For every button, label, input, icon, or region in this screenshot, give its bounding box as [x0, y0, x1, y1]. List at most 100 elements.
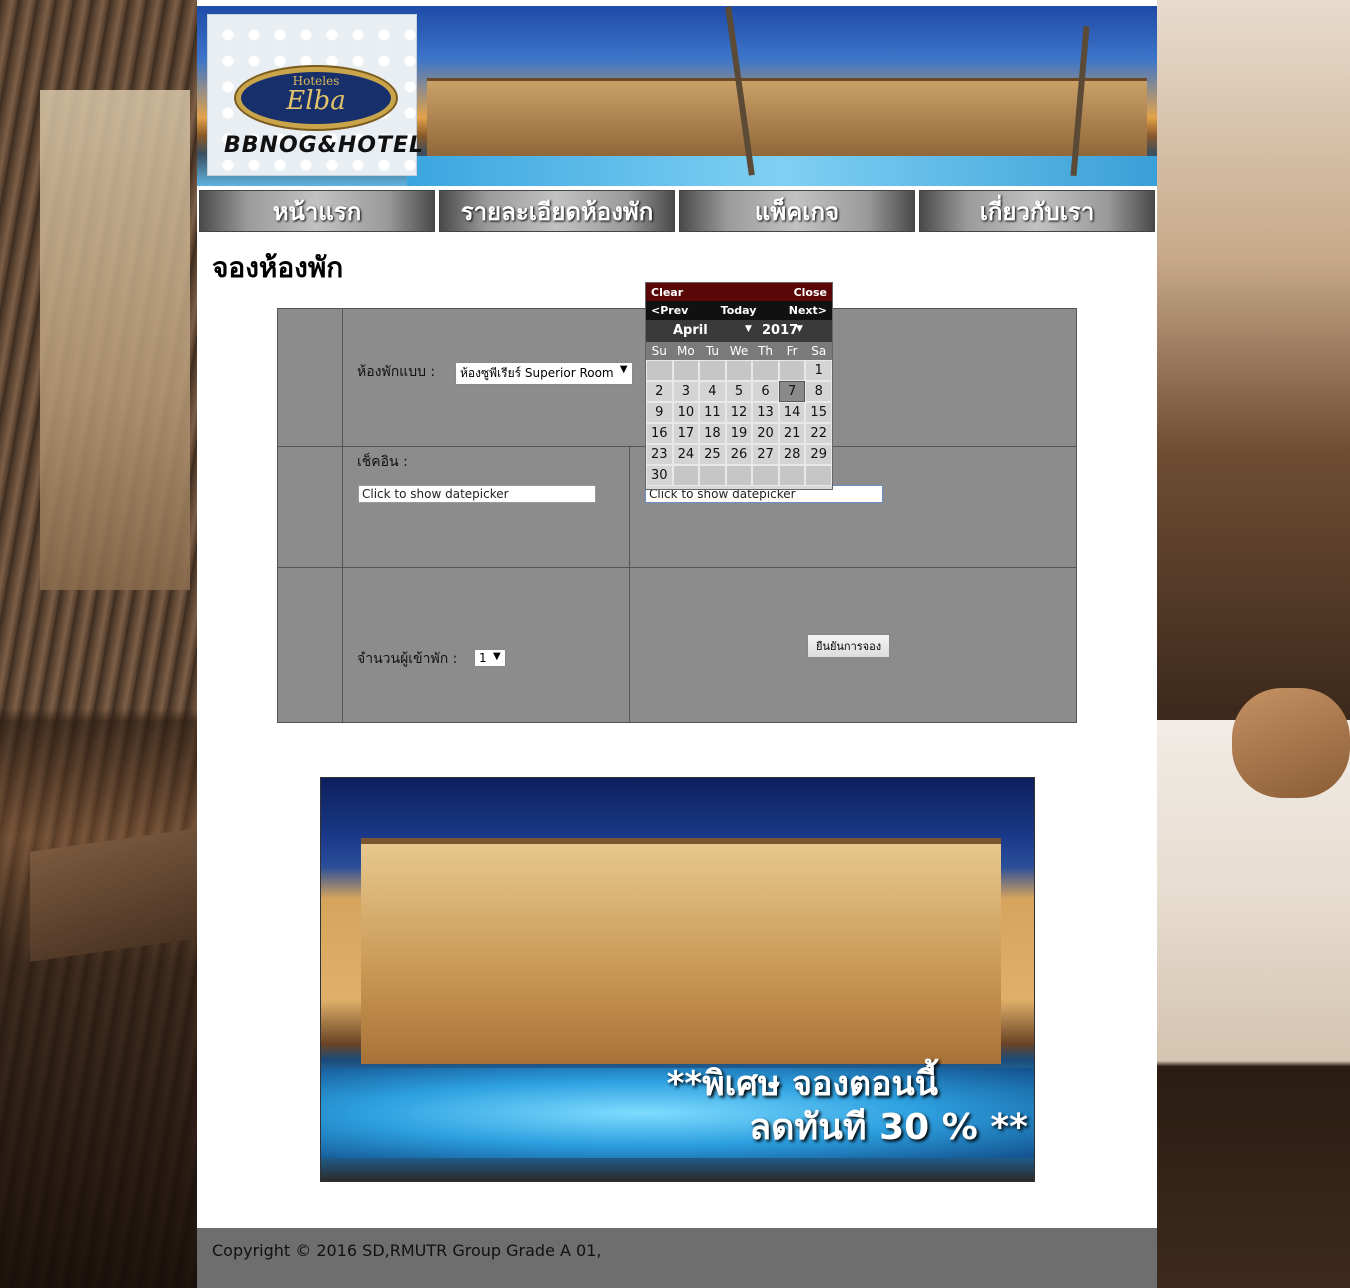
guests-value: 1: [479, 650, 487, 665]
promo-hotel-image: [361, 838, 1001, 1064]
weekday-header: Th: [758, 344, 774, 358]
datepicker-empty-cell: [725, 360, 753, 381]
datepicker-day[interactable]: 23: [646, 444, 673, 465]
promo-banner: **พิเศษ จองตอนนี้ ลดทันที 30 % **: [320, 777, 1035, 1182]
datepicker-day[interactable]: 28: [778, 444, 806, 465]
footer: Copyright © 2016 SD,RMUTR Group Grade A …: [197, 1228, 1157, 1288]
room-type-select[interactable]: ห้องซูพีเรียร์ Superior Room ▼: [455, 362, 633, 385]
datepicker-day[interactable]: 3: [672, 381, 700, 402]
datepicker-day[interactable]: 19: [725, 423, 753, 444]
guests-cell: จำนวนผู้เข้าพัก : 1 ▼: [342, 566, 630, 724]
datepicker-day[interactable]: 22: [805, 423, 832, 444]
datepicker-day[interactable]: 1: [805, 360, 832, 381]
weekday-header: Su: [651, 344, 667, 358]
datepicker-day[interactable]: 8: [805, 381, 832, 402]
logo-name-text: BBNOG&HOTEL: [224, 133, 425, 158]
weekday-header: Tu: [705, 344, 719, 358]
checkin-label: เช็คอิน :: [357, 454, 408, 471]
site-logo[interactable]: Hoteles Elba BBNOG&HOTEL: [207, 14, 423, 176]
nav-packages[interactable]: แพ็คเกจ: [679, 190, 915, 232]
datepicker-next-button[interactable]: Next>: [789, 304, 827, 317]
background-desk: [30, 828, 197, 962]
page-container: Hoteles Elba BBNOG&HOTEL หน้าแรก รายละเอ…: [197, 0, 1157, 1288]
logo-script-text: Elba: [286, 86, 346, 116]
datepicker-day[interactable]: 11: [699, 402, 726, 423]
datepicker-weekdays: Su Mo Tu We Th Fr Sa: [646, 342, 832, 360]
weekday-header: Sa: [811, 344, 827, 358]
datepicker-day[interactable]: 16: [646, 423, 673, 444]
datepicker-empty-cell: [646, 360, 673, 381]
dropdown-arrow-icon: ▼: [745, 324, 752, 334]
datepicker-empty-cell: [778, 465, 806, 486]
datepicker-day[interactable]: 5: [725, 381, 753, 402]
datepicker-popup: Clear Close <Prev Today Next> April ▼ 20…: [645, 282, 833, 490]
datepicker-day[interactable]: 30: [646, 465, 673, 486]
header-banner: Hoteles Elba BBNOG&HOTEL: [197, 6, 1157, 186]
room-type-value: ห้องซูพีเรียร์ Superior Room: [460, 366, 614, 380]
datepicker-month-year: April ▼ 2017 ▼: [646, 320, 832, 342]
datepicker-empty-cell: [752, 465, 779, 486]
datepicker-day[interactable]: 9: [646, 402, 673, 423]
datepicker-empty-cell: [672, 465, 700, 486]
datepicker-day[interactable]: 6: [752, 381, 779, 402]
table-cell: [277, 307, 343, 448]
background-wall-light: [40, 90, 190, 590]
datepicker-day[interactable]: 14: [778, 402, 806, 423]
datepicker-day[interactable]: 29: [805, 444, 832, 465]
datepicker-empty-cell: [699, 360, 726, 381]
table-cell: [277, 566, 343, 724]
datepicker-day[interactable]: 25: [699, 444, 726, 465]
datepicker-day[interactable]: 26: [725, 444, 753, 465]
datepicker-empty-cell: [672, 360, 700, 381]
datepicker-day[interactable]: 10: [672, 402, 700, 423]
datepicker-clear-button[interactable]: Clear: [651, 286, 683, 299]
table-cell: [277, 446, 343, 568]
datepicker-close-button[interactable]: Close: [794, 286, 827, 299]
room-type-label: ห้องพักแบบ :: [357, 364, 436, 380]
checkin-date-input[interactable]: Click to show datepicker: [358, 485, 596, 504]
background-pillow: [1232, 688, 1350, 798]
datepicker-empty-cell: [725, 465, 753, 486]
datepicker-prev-button[interactable]: <Prev: [651, 304, 688, 317]
confirm-cell: ยืนยันการจอง: [629, 566, 1077, 724]
logo-emblem: Hoteles Elba: [236, 67, 396, 129]
datepicker-day[interactable]: 4: [699, 381, 726, 402]
datepicker-day[interactable]: 27: [752, 444, 779, 465]
dropdown-arrow-icon: ▼: [796, 324, 803, 334]
nav-room-details[interactable]: รายละเอียดห้องพัก: [439, 190, 675, 232]
dropdown-arrow-icon: ▼: [492, 650, 501, 662]
nav-about-us[interactable]: เกี่ยวกับเรา: [919, 190, 1155, 232]
datepicker-day[interactable]: 17: [672, 423, 700, 444]
datepicker-day[interactable]: 13: [752, 402, 779, 423]
nav-home[interactable]: หน้าแรก: [199, 190, 435, 232]
weekday-header: We: [729, 344, 749, 358]
datepicker-day[interactable]: 20: [752, 423, 779, 444]
datepicker-empty-cell: [805, 465, 832, 486]
datepicker-header: Clear Close: [646, 283, 832, 301]
datepicker-year-select[interactable]: 2017: [762, 323, 798, 338]
guests-label: จำนวนผู้เข้าพัก :: [357, 650, 458, 667]
datepicker-empty-cell: [699, 465, 726, 486]
datepicker-day[interactable]: 15: [805, 402, 832, 423]
datepicker-nav: <Prev Today Next>: [646, 301, 832, 320]
datepicker-month-select[interactable]: April: [673, 323, 708, 338]
dropdown-arrow-icon: ▼: [619, 364, 628, 375]
datepicker-day[interactable]: 21: [778, 423, 806, 444]
datepicker-day[interactable]: 12: [725, 402, 753, 423]
datepicker-empty-cell: [752, 360, 779, 381]
datepicker-day[interactable]: 18: [699, 423, 726, 444]
datepicker-empty-cell: [778, 360, 806, 381]
confirm-booking-button[interactable]: ยืนยันการจอง: [807, 633, 891, 658]
datepicker-today-button[interactable]: Today: [721, 304, 757, 317]
page-title: จองห้องพัก: [212, 251, 344, 284]
weekday-header: Fr: [786, 344, 798, 358]
banner-hotel-image: [427, 78, 1147, 161]
datepicker-day[interactable]: 24: [672, 444, 700, 465]
checkin-cell: เช็คอิน : Click to show datepicker: [342, 446, 630, 568]
datepicker-day[interactable]: 7: [778, 381, 806, 402]
banner-pool-image: [407, 156, 1157, 186]
datepicker-day[interactable]: 2: [646, 381, 673, 402]
main-nav: หน้าแรก รายละเอียดห้องพัก แพ็คเกจ เกี่ยว…: [199, 190, 1155, 232]
background-bed: [1157, 720, 1350, 1288]
guests-select[interactable]: 1 ▼: [474, 648, 506, 667]
